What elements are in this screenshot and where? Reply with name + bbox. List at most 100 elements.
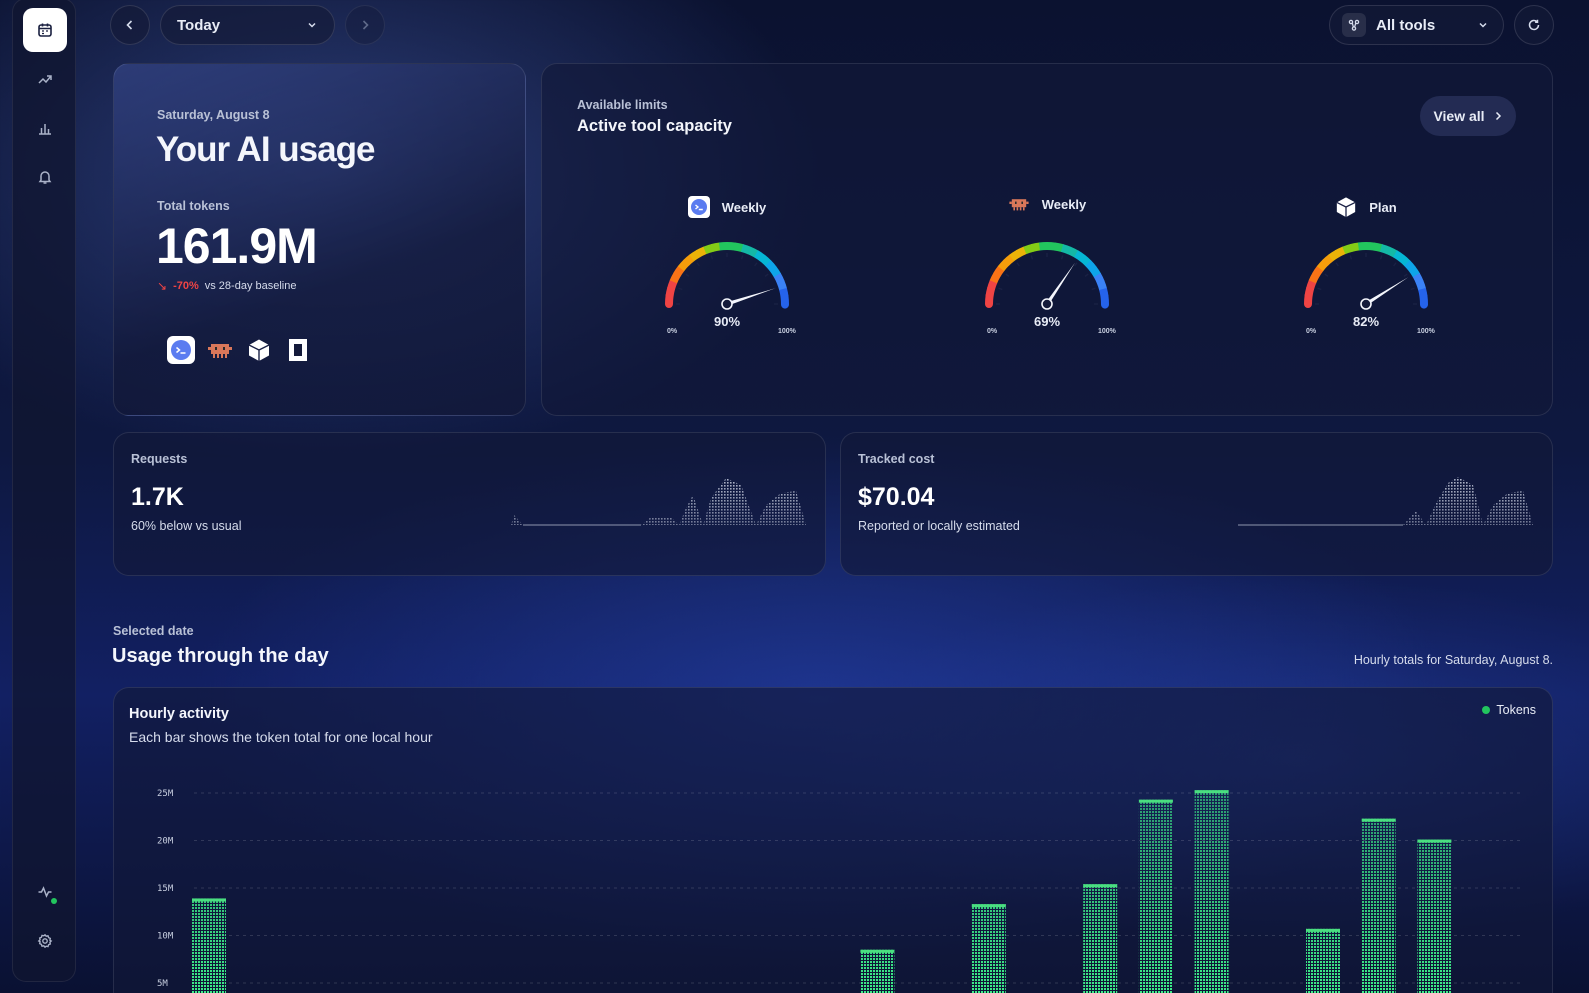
section-title: Usage through the day — [112, 645, 329, 667]
hourly-bar — [1083, 884, 1118, 993]
sidebar — [12, 0, 76, 982]
limits-title: Active tool capacity — [577, 117, 732, 135]
hourly-chart-card: Hourly activity Each bar shows the token… — [113, 687, 1553, 993]
trends-nav-button[interactable] — [23, 57, 67, 101]
section-note: Hourly totals for Saturday, August 8. — [1353, 653, 1553, 667]
tools-filter-value: All tools — [1376, 16, 1436, 34]
settings-nav-button[interactable] — [23, 919, 67, 963]
requests-value: 1.7K — [131, 483, 184, 511]
date-range-value: Today — [177, 16, 221, 34]
pulse-icon — [38, 886, 52, 898]
cost-sparkline — [1238, 477, 1533, 526]
chevron-right-icon — [1495, 111, 1501, 121]
tool-terminal-app[interactable] — [167, 336, 195, 364]
gauge-needle — [1365, 277, 1409, 306]
frame-app-icon — [289, 339, 307, 361]
bell-icon — [38, 171, 52, 184]
y-tick-label: 25M — [157, 789, 174, 799]
cube-app-icon — [1336, 197, 1356, 218]
hourly-bar — [1417, 839, 1452, 993]
hourly-bar-cap — [971, 904, 1006, 908]
requests-sparkline — [511, 478, 806, 526]
gear-icon — [37, 933, 53, 949]
tool-cube-app[interactable] — [245, 336, 273, 364]
cost-label: Tracked cost — [858, 452, 935, 466]
tool-frame-app[interactable] — [284, 336, 312, 364]
view-all-button[interactable]: View all — [1420, 96, 1516, 136]
status-dot — [51, 898, 57, 904]
page-title: Your AI usage — [156, 130, 375, 169]
calendar-nav-button[interactable] — [23, 8, 67, 52]
hourly-bar-cap — [860, 949, 895, 953]
date-range-select[interactable]: Today — [160, 5, 335, 45]
network-icon — [1342, 13, 1366, 37]
terminal-app-icon — [687, 196, 710, 218]
alerts-nav-button[interactable] — [23, 155, 67, 199]
gauge-label: Weekly — [1041, 196, 1087, 212]
tool-robot-app[interactable] — [206, 336, 234, 364]
capacity-gauge: Weekly 69% 0% 100% — [947, 196, 1147, 366]
tokens-value: 161.9M — [156, 218, 318, 274]
delta-suffix: vs 28-day baseline — [204, 280, 297, 292]
usage-date: Saturday, August 8 — [157, 108, 270, 122]
gauge-header: Plan — [1266, 196, 1466, 218]
trend-up-icon — [38, 75, 52, 84]
hourly-bar — [1361, 818, 1396, 993]
cost-card: Tracked cost $70.04 Reported or locally … — [840, 432, 1553, 576]
chevron-left-icon — [126, 20, 133, 30]
hourly-bar — [1306, 928, 1340, 993]
delta-value: -70% — [173, 280, 199, 292]
requests-label: Requests — [131, 452, 188, 466]
gauge-max-label: 100% — [1417, 328, 1435, 335]
hourly-bar-cap — [1417, 839, 1452, 843]
gauge-header: Weekly — [947, 196, 1147, 212]
calendar-icon — [38, 23, 52, 37]
cost-sub: Reported or locally estimated — [858, 519, 1020, 533]
gauge-label: Plan — [1369, 199, 1397, 215]
hourly-bar-cap — [1083, 884, 1118, 888]
requests-card: Requests 1.7K 60% below vs usual — [113, 432, 826, 576]
previous-day-button[interactable] — [110, 5, 150, 45]
cost-value: $70.04 — [858, 483, 935, 511]
gauge-min-label: 0% — [1306, 328, 1317, 335]
gauge-needle — [1045, 262, 1076, 306]
limits-eyebrow: Available limits — [577, 98, 668, 112]
usage-card: Saturday, August 8 Your AI usage Total t… — [113, 63, 526, 416]
hourly-bar — [1138, 799, 1173, 993]
hourly-bar-cap — [1361, 818, 1396, 822]
robot-app-icon — [208, 344, 232, 358]
chevron-right-icon — [362, 20, 369, 30]
hourly-bar-chart: 25M 20M 15M 10M 5M — [157, 789, 1524, 993]
refresh-icon — [1528, 19, 1540, 31]
gauge-needle — [726, 288, 775, 306]
refresh-button[interactable] — [1514, 5, 1554, 45]
hourly-bar — [192, 898, 226, 993]
chevron-down-icon — [1479, 22, 1487, 28]
gauge-dial — [1304, 242, 1428, 310]
y-tick-label: 10M — [157, 932, 174, 942]
hourly-bar — [971, 904, 1006, 993]
requests-sub: 60% below vs usual — [131, 519, 242, 533]
tokens-delta: ↘ -70% vs 28-day baseline — [157, 279, 296, 293]
gauge-dial — [665, 242, 789, 310]
hourly-bar — [1194, 790, 1229, 993]
hourly-bar-cap — [192, 898, 226, 902]
gauge-max-label: 100% — [778, 328, 796, 335]
chevron-down-icon — [308, 22, 316, 28]
next-day-button[interactable] — [345, 5, 385, 45]
activity-nav-button[interactable] — [23, 870, 67, 914]
gauge-value: 90% — [713, 314, 741, 329]
gauge-min-label: 0% — [987, 328, 998, 335]
tokens-label: Total tokens — [157, 199, 230, 213]
hourly-bar-cap — [1138, 799, 1173, 803]
stats-nav-button[interactable] — [23, 106, 67, 150]
gauge-value: 82% — [1352, 314, 1380, 329]
hourly-bar — [860, 949, 895, 993]
arrow-down-right-icon: ↘ — [157, 279, 168, 293]
gauge-header: Weekly — [627, 196, 827, 218]
cube-app-icon — [248, 339, 270, 361]
tools-filter-select[interactable]: All tools — [1329, 5, 1504, 45]
y-tick-label: 20M — [157, 837, 174, 847]
gauge-min-label: 0% — [667, 328, 678, 335]
gauge-dial — [985, 242, 1109, 310]
